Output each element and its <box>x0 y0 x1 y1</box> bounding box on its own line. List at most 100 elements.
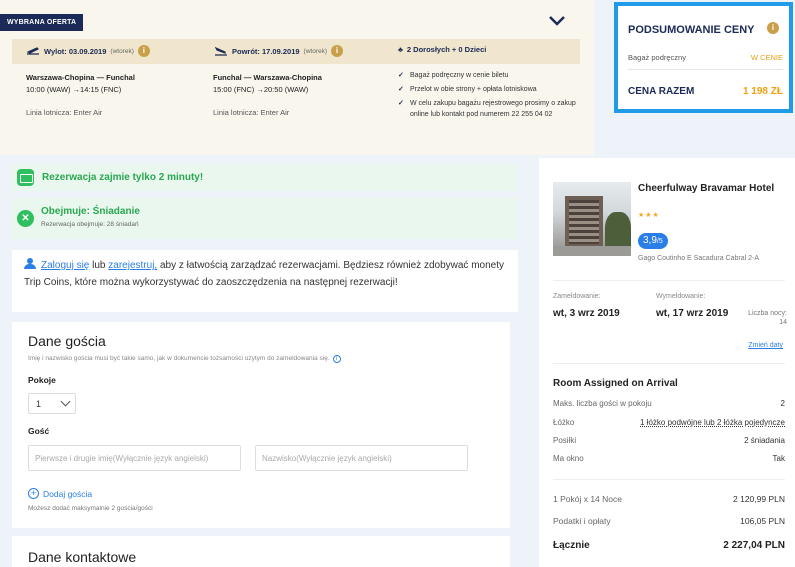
checkin-label: Zameldowanie: <box>553 293 601 300</box>
selected-offer-tag: WYBRANA OFERTA <box>0 14 84 31</box>
summary-total-row: CENA RAZEM 1 198 ZŁ <box>628 86 783 97</box>
add-guest-note: Możesz dodać maksymalnie 2 gościa/gości <box>28 505 153 512</box>
review-scale: /5 <box>656 238 663 245</box>
guest-note-text: Imię i nazwisko gościa musi być takie sa… <box>28 355 330 362</box>
baggage-item: W celu zakupu bagażu rejestrowego prosim… <box>398 98 578 120</box>
summary-baggage-label: Bagaż podręczny <box>628 53 686 62</box>
inbound-date: Powrót: 17.09.2019 <box>232 46 300 56</box>
last-name-input[interactable]: Nazwisko(Wyłącznie język angielski) <box>255 445 468 471</box>
total-label: Łącznie <box>553 540 590 551</box>
nights-value: 14 <box>779 319 787 326</box>
divider <box>628 69 783 70</box>
info-icon[interactable]: i <box>332 355 341 363</box>
star-rating: ★★★ <box>638 212 660 219</box>
room-detail-row: Ma okno Tak <box>553 454 785 463</box>
room-detail-row: Posiłki 2 śniadania <box>553 436 785 445</box>
quick-booking-banner: Rezerwacja zajmie tylko 2 minuty! <box>12 164 518 191</box>
outbound-weekday: (wtorek) <box>110 47 134 55</box>
passengers-count: 2 Dorosłych + 0 Dzieci <box>406 45 487 54</box>
info-icon[interactable]: i <box>767 22 779 34</box>
room-detail-value: Tak <box>772 454 785 463</box>
meal-banner: ✕ Obejmuje: Śniadanie Rezerwacja obejmuj… <box>12 198 518 239</box>
rooms-label: Pokoje <box>28 375 56 385</box>
review-score-badge: 3,9/5 <box>638 233 668 249</box>
add-guest-button[interactable]: + Dodaj gościa <box>28 488 92 499</box>
outbound-route: Warszawa-Chopina — Funchal <box>26 73 135 82</box>
summary-total-value: 1 198 ZŁ <box>742 86 783 97</box>
summary-baggage-row: Bagaż podręczny W CENIE <box>628 53 783 62</box>
quick-booking-text: Rezerwacja zajmie tylko 2 minuty! <box>42 172 204 183</box>
baggage-item: Bagaż podręczny w cenie biletu <box>398 70 578 81</box>
chevron-down-icon[interactable] <box>548 14 566 28</box>
building-shape <box>565 196 603 248</box>
hotel-photo <box>553 182 631 256</box>
flight-header: Wylot: 03.09.2019 (wtorek) i Powrót: 17.… <box>12 39 580 64</box>
register-link[interactable]: zarejestruj, <box>108 260 157 271</box>
room-detail-key: Posiłki <box>553 436 577 445</box>
price-label: Podatki i opłaty <box>553 516 611 526</box>
cutlery-icon: ✕ <box>17 210 34 227</box>
or-text: lub <box>92 260 106 271</box>
guest-details-section: Dane gościa Imię i nazwisko gościa musi … <box>12 322 510 528</box>
hotel-name: Cheerfulway Bravamar Hotel <box>638 183 775 194</box>
inbound-details: Funchal — Warszawa-Chopina 15:00 (FNC) →… <box>213 72 322 119</box>
price-summary: PODSUMOWANIE CENY i Bagaż podręczny W CE… <box>614 2 793 113</box>
inbound-airline: Linia lotnicza: Enter Air <box>213 108 290 117</box>
user-icon <box>24 258 36 269</box>
room-detail-value: 2 <box>780 399 785 408</box>
baggage-item: Przelot w obie strony + opłata lotniskow… <box>398 84 578 95</box>
room-detail-row: Łóżko 1 łóżko podwójne lub 2 łóżka pojedy… <box>553 418 785 427</box>
inbound-times: 15:00 (FNC) →20:50 (WAW) <box>213 85 309 94</box>
outbound-airline: Linia lotnicza: Enter Air <box>26 108 103 117</box>
meal-title: Obejmuje: Śniadanie <box>41 206 140 217</box>
outbound-times: 10:00 (WAW) →14:15 (FNC) <box>26 85 122 94</box>
room-detail-value[interactable]: 1 łóżko podwójne lub 2 łóżka pojedyncze <box>640 418 785 427</box>
price-value: 106,05 PLN <box>740 516 785 526</box>
room-detail-key: Maks. liczba gości w pokoju <box>553 399 652 408</box>
price-row: 1 Pokój x 14 Noce 2 120,99 PLN <box>553 494 785 504</box>
summary-title: PODSUMOWANIE CENY <box>628 24 755 36</box>
change-dates-link[interactable]: Zmień daty <box>748 342 783 349</box>
chevron-down-icon <box>60 396 71 407</box>
room-detail-key: Łóżko <box>553 418 575 427</box>
room-detail-row: Maks. liczba gości w pokoju 2 <box>553 399 785 408</box>
price-label: 1 Pokój x 14 Noce <box>553 494 622 504</box>
hotel-summary-card: Cheerfulway Bravamar Hotel ★★★ 3,9/5 Gag… <box>539 158 795 567</box>
flight-offer-panel: WYBRANA OFERTA Wylot: 03.09.2019 (wtorek… <box>0 0 594 155</box>
baggage-list: Bagaż podręczny w cenie biletu Przelot w… <box>398 70 578 123</box>
checkout-date: wt, 17 wrz 2019 <box>656 308 729 319</box>
inbound-header: Powrót: 17.09.2019 (wtorek) i <box>214 45 344 57</box>
nights-count: Liczba nocy: 14 <box>739 309 787 327</box>
room-title: Room Assigned on Arrival <box>553 378 678 389</box>
divider <box>553 479 785 480</box>
contact-section-title: Dane kontaktowe <box>28 549 137 565</box>
inbound-route: Funchal — Warszawa-Chopina <box>213 73 322 82</box>
room-detail-key: Ma okno <box>553 454 584 463</box>
contact-details-section: Dane kontaktowe <box>12 536 510 567</box>
summary-baggage-value: W CENIE <box>750 53 783 62</box>
info-icon[interactable]: i <box>331 45 344 57</box>
review-score: 3,9 <box>643 235 657 246</box>
passengers-header: ♣ 2 Dorosłych + 0 Dzieci <box>398 45 486 54</box>
login-prompt: Zaloguj się lub zarejestruj, aby z łatwo… <box>12 250 518 312</box>
guest-label: Gość <box>28 426 50 436</box>
guest-section-title: Dane gościa <box>28 333 106 349</box>
first-name-input[interactable]: Pierwsze i drugie imię(Wyłącznie język a… <box>28 445 241 471</box>
divider <box>553 363 785 364</box>
login-link[interactable]: Zaloguj się <box>41 260 89 271</box>
room-detail-value: 2 śniadania <box>744 436 785 445</box>
road-shape <box>553 246 631 256</box>
summary-total-label: CENA RAZEM <box>628 86 695 97</box>
guest-note: Imię i nazwisko gościa musi być takie sa… <box>28 355 341 363</box>
total-value: 2 227,04 PLN <box>723 540 785 551</box>
plane-departure-icon <box>26 47 40 55</box>
outbound-details: Warszawa-Chopina — Funchal 10:00 (WAW) →… <box>26 72 135 119</box>
checkout-label: Wymeldowanie: <box>656 293 706 300</box>
plane-arrival-icon <box>214 46 227 56</box>
outbound-date: Wylot: 03.09.2019 <box>44 46 107 56</box>
rooms-select[interactable]: 1 <box>28 393 76 414</box>
info-icon[interactable]: i <box>137 45 150 57</box>
add-guest-label: Dodaj gościa <box>43 488 93 499</box>
plus-icon: + <box>28 488 39 499</box>
nights-label: Liczba nocy: <box>748 310 787 317</box>
